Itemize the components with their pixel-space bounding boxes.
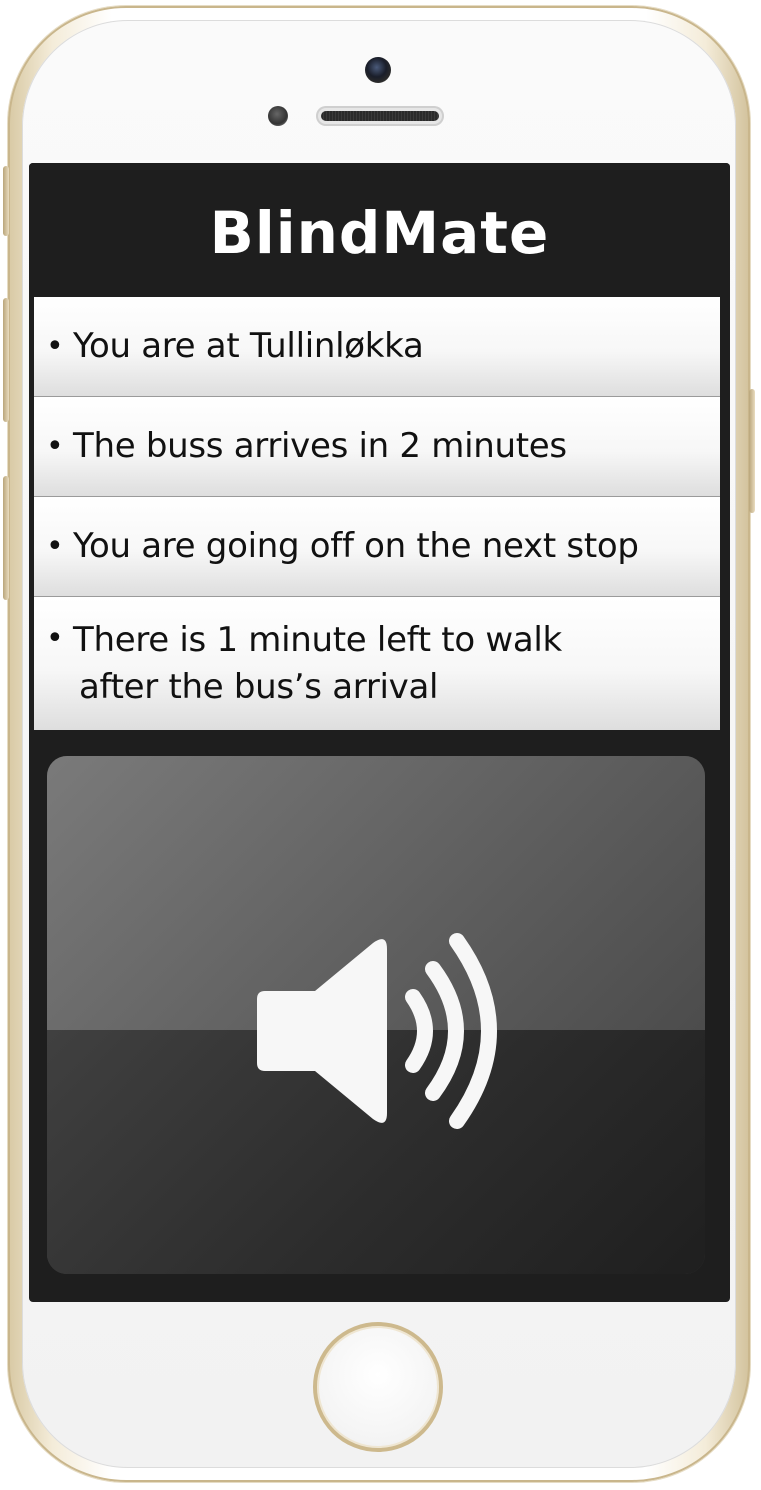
proximity-sensor-icon <box>268 106 288 126</box>
volume-up-button <box>3 298 9 422</box>
earpiece-speaker-icon <box>316 106 444 126</box>
info-item-location: • You are at Tullinløkka <box>34 297 720 397</box>
info-item-walk-time: • There is 1 minute left to walk after t… <box>34 597 720 730</box>
info-item-text: You are going off on the next stop <box>73 526 639 566</box>
bullet: • <box>46 428 64 464</box>
info-list: • You are at Tullinløkka • The buss arri… <box>34 297 720 730</box>
info-item-text-line1: There is 1 minute left to walk <box>73 620 562 660</box>
app-title: BlindMate <box>209 199 550 267</box>
home-button[interactable] <box>313 1322 443 1452</box>
app-header: BlindMate <box>29 163 730 297</box>
power-button <box>749 389 755 513</box>
play-audio-button[interactable] <box>47 756 705 1274</box>
info-item-bus-arrival: • The buss arrives in 2 minutes <box>34 397 720 497</box>
info-item-text: The buss arrives in 2 minutes <box>73 426 567 466</box>
info-item-text: There is 1 minute left to walk after the… <box>73 617 562 711</box>
app-screen: BlindMate • You are at Tullinløkka • The… <box>29 163 730 1302</box>
bullet: • <box>46 328 64 364</box>
info-item-text: You are at Tullinløkka <box>73 326 424 366</box>
speaker-volume-icon <box>257 933 497 1129</box>
info-item-text-line2: after the bus’s arrival <box>79 667 439 707</box>
info-item-next-stop: • You are going off on the next stop <box>34 497 720 597</box>
front-camera-icon <box>365 57 391 83</box>
volume-down-button <box>3 476 9 600</box>
bullet: • <box>46 621 64 656</box>
mute-switch <box>3 166 9 236</box>
bullet: • <box>46 528 64 564</box>
